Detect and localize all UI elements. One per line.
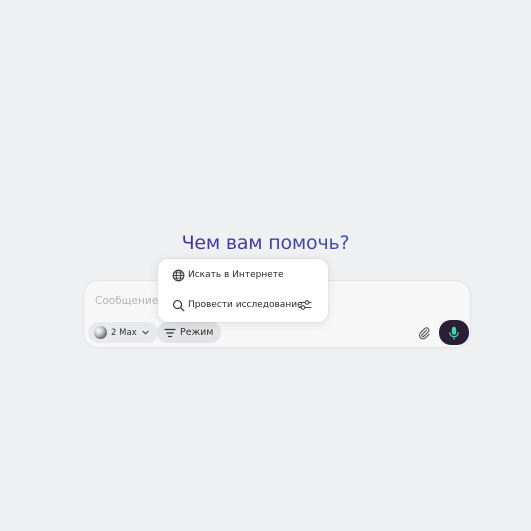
globe-icon <box>171 268 185 282</box>
model-selector-button[interactable]: 2 Max <box>88 322 158 343</box>
greeting-heading: Чем вам помочь? <box>0 230 531 256</box>
microphone-icon <box>449 326 459 340</box>
page: Чем вам помочь? 2 Max Режим <box>0 0 531 531</box>
menu-item-label: Провести исследование <box>188 300 303 310</box>
menu-item-research[interactable]: Провести исследование <box>158 291 328 319</box>
sliders-icon[interactable] <box>298 298 312 312</box>
menu-item-label: Искать в Интернете <box>188 270 284 280</box>
search-icon <box>171 298 185 312</box>
model-logo-icon <box>94 326 107 339</box>
attach-button[interactable] <box>416 325 432 341</box>
model-label: 2 Max <box>111 327 137 338</box>
chevron-down-icon <box>141 330 149 335</box>
menu-item-web-search[interactable]: Искать в Интернете <box>158 261 328 289</box>
paperclip-icon <box>418 327 430 340</box>
filter-icon <box>164 328 176 337</box>
mode-button[interactable]: Режим <box>157 322 222 343</box>
mode-dropdown-menu: Искать в Интернете Провести исследование <box>158 259 328 322</box>
mode-button-label: Режим <box>180 327 214 338</box>
voice-input-button[interactable] <box>439 320 469 345</box>
